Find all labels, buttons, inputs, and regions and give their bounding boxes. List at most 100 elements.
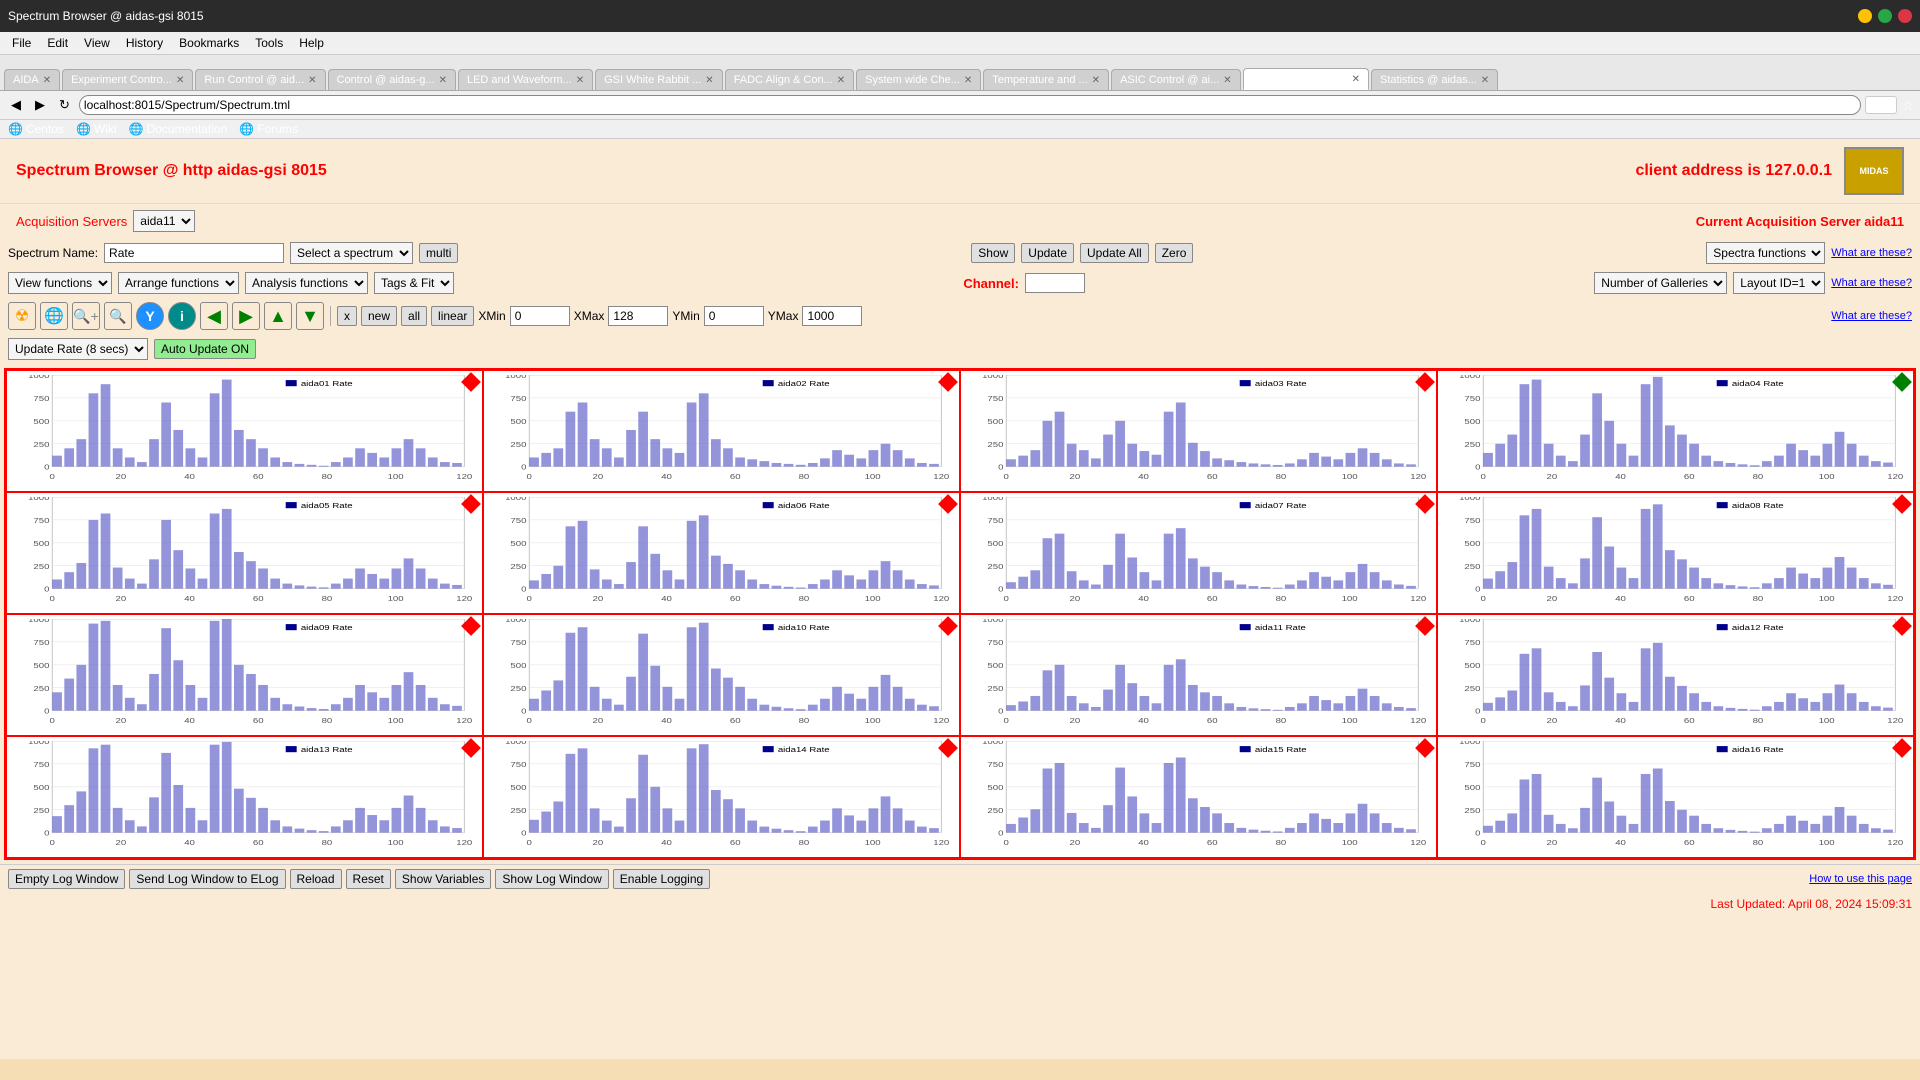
- tab-asic-control[interactable]: ASIC Control @ ai... ✕: [1111, 69, 1241, 90]
- chart-cell-aida12[interactable]: 02505007501000020406080100120aida12 Rate: [1437, 614, 1914, 736]
- bookmark-forums[interactable]: 🌐 Forums: [239, 122, 298, 136]
- menu-file[interactable]: File: [4, 34, 39, 52]
- what-are-these-3[interactable]: What are these?: [1831, 310, 1912, 322]
- tab-temperature[interactable]: Temperature and ... ✕: [983, 69, 1109, 90]
- ymax-input[interactable]: [802, 306, 862, 326]
- tab-fadc[interactable]: FADC Align & Con... ✕: [725, 69, 854, 90]
- auto-update-button[interactable]: Auto Update ON: [154, 339, 256, 359]
- chart-cell-aida10[interactable]: 02505007501000020406080100120aida10 Rate: [483, 614, 960, 736]
- show-log-button[interactable]: Show Log Window: [495, 869, 608, 889]
- arrow-left-button[interactable]: ◀: [200, 302, 228, 330]
- arrange-functions-select[interactable]: Arrange functions: [118, 272, 239, 294]
- back-button[interactable]: ◀: [6, 94, 26, 116]
- close-icon[interactable]: ✕: [705, 75, 713, 86]
- forward-button[interactable]: ▶: [30, 94, 50, 116]
- close-icon[interactable]: ✕: [964, 75, 972, 86]
- xmin-input[interactable]: [510, 306, 570, 326]
- send-log-button[interactable]: Send Log Window to ELog: [129, 869, 285, 889]
- empty-log-button[interactable]: Empty Log Window: [8, 869, 125, 889]
- x-button[interactable]: x: [337, 306, 357, 326]
- how-to-use-link[interactable]: How to use this page: [1809, 873, 1912, 885]
- globe-button[interactable]: 🌐: [40, 302, 68, 330]
- tags-fits-select[interactable]: Tags & Fits: [374, 272, 454, 294]
- layout-id-select[interactable]: Layout ID=1: [1733, 272, 1825, 294]
- update-button[interactable]: Update: [1021, 243, 1074, 263]
- close-icon[interactable]: ✕: [1352, 74, 1360, 85]
- how-to-use[interactable]: How to use this page: [1809, 873, 1912, 885]
- chart-cell-aida15[interactable]: 02505007501000020406080100120aida15 Rate: [960, 736, 1437, 858]
- info-button[interactable]: i: [168, 302, 196, 330]
- what-are-these-1[interactable]: What are these?: [1831, 247, 1912, 259]
- all-button[interactable]: all: [401, 306, 427, 326]
- show-button[interactable]: Show: [971, 243, 1015, 263]
- y-button[interactable]: Y: [136, 302, 164, 330]
- channel-input[interactable]: [1025, 273, 1085, 293]
- chart-cell-aida04[interactable]: 02505007501000020406080100120aida04 Rate: [1437, 370, 1914, 492]
- tab-aida[interactable]: AIDA ✕: [4, 69, 60, 90]
- update-rate-select[interactable]: Update Rate (8 secs): [8, 338, 148, 360]
- minimize-button[interactable]: [1858, 9, 1872, 23]
- chart-cell-aida02[interactable]: 02505007501000020406080100120aida02 Rate: [483, 370, 960, 492]
- view-functions-select[interactable]: View functions: [8, 272, 112, 294]
- zoom-in-button[interactable]: 🔍+: [72, 302, 100, 330]
- zoom-out-button[interactable]: 🔍: [104, 302, 132, 330]
- what-are-these-2[interactable]: What are these?: [1831, 277, 1912, 289]
- menu-edit[interactable]: Edit: [39, 34, 76, 52]
- close-icon[interactable]: ✕: [1092, 75, 1100, 86]
- chart-cell-aida13[interactable]: 02505007501000020406080100120aida13 Rate: [6, 736, 483, 858]
- linear-button[interactable]: linear: [431, 306, 474, 326]
- close-icon[interactable]: ✕: [439, 75, 447, 86]
- chart-cell-aida06[interactable]: 02505007501000020406080100120aida06 Rate: [483, 492, 960, 614]
- reset-button[interactable]: Reset: [346, 869, 391, 889]
- menu-history[interactable]: History: [118, 34, 171, 52]
- tab-statistics[interactable]: Statistics @ aidas... ✕: [1371, 69, 1498, 90]
- chart-cell-aida07[interactable]: 02505007501000020406080100120aida07 Rate: [960, 492, 1437, 614]
- enable-logging-button[interactable]: Enable Logging: [613, 869, 710, 889]
- tab-gsi-white-rabbit[interactable]: GSI White Rabbit ... ✕: [595, 69, 723, 90]
- reload-button[interactable]: Reload: [290, 869, 342, 889]
- show-variables-button[interactable]: Show Variables: [395, 869, 492, 889]
- tab-spectrum-browser[interactable]: Spectrum Browse... ✕: [1243, 68, 1369, 90]
- bookmark-centos[interactable]: 🌐 Centos: [8, 122, 64, 136]
- multi-button[interactable]: multi: [419, 243, 458, 263]
- close-icon[interactable]: ✕: [308, 75, 316, 86]
- ymin-input[interactable]: [704, 306, 764, 326]
- arrow-down-button[interactable]: ▼: [296, 302, 324, 330]
- arrow-up-button[interactable]: ▲: [264, 302, 292, 330]
- number-of-galleries-select[interactable]: Number of Galleries: [1594, 272, 1727, 294]
- menu-view[interactable]: View: [76, 34, 118, 52]
- tab-run-control[interactable]: Run Control @ aid... ✕: [195, 69, 325, 90]
- xmax-input[interactable]: [608, 306, 668, 326]
- menu-bookmarks[interactable]: Bookmarks: [171, 34, 247, 52]
- chart-cell-aida11[interactable]: 02505007501000020406080100120aida11 Rate: [960, 614, 1437, 736]
- arrow-right-button[interactable]: ▶: [232, 302, 260, 330]
- select-spectrum-dropdown[interactable]: Select a spectrum: [290, 242, 413, 264]
- close-icon[interactable]: ✕: [576, 75, 584, 86]
- spectrum-name-input[interactable]: [104, 243, 284, 263]
- url-input[interactable]: [79, 95, 1862, 115]
- update-all-button[interactable]: Update All: [1080, 243, 1149, 263]
- zero-button[interactable]: Zero: [1155, 243, 1194, 263]
- bookmark-icon[interactable]: ☆: [1901, 97, 1914, 114]
- chart-cell-aida08[interactable]: 02505007501000020406080100120aida08 Rate: [1437, 492, 1914, 614]
- spectra-functions-select[interactable]: Spectra functions: [1706, 242, 1825, 264]
- menu-tools[interactable]: Tools: [247, 34, 291, 52]
- chart-cell-aida14[interactable]: 02505007501000020406080100120aida14 Rate: [483, 736, 960, 858]
- new-button[interactable]: new: [361, 306, 397, 326]
- chart-cell-aida01[interactable]: 02505007501000020406080100120aida01 Rate: [6, 370, 483, 492]
- bookmark-wiki[interactable]: 🌐 Wiki: [76, 122, 117, 136]
- close-icon[interactable]: ✕: [1223, 75, 1231, 86]
- close-icon[interactable]: ✕: [43, 75, 51, 86]
- chart-cell-aida16[interactable]: 02505007501000020406080100120aida16 Rate: [1437, 736, 1914, 858]
- bookmark-documentation[interactable]: 🌐 Documentation: [129, 122, 228, 136]
- acq-server-select[interactable]: aida11: [133, 210, 195, 232]
- close-icon[interactable]: ✕: [837, 75, 845, 86]
- close-icon[interactable]: ✕: [176, 75, 184, 86]
- tab-led-waveform[interactable]: LED and Waveform... ✕: [458, 69, 593, 90]
- chart-cell-aida05[interactable]: 02505007501000020406080100120aida05 Rate: [6, 492, 483, 614]
- maximize-button[interactable]: [1878, 9, 1892, 23]
- chart-cell-aida03[interactable]: 02505007501000020406080100120aida03 Rate: [960, 370, 1437, 492]
- radiation-button[interactable]: ☢: [8, 302, 36, 330]
- analysis-functions-select[interactable]: Analysis functions: [245, 272, 368, 294]
- tab-system-wide[interactable]: System wide Che... ✕: [856, 69, 981, 90]
